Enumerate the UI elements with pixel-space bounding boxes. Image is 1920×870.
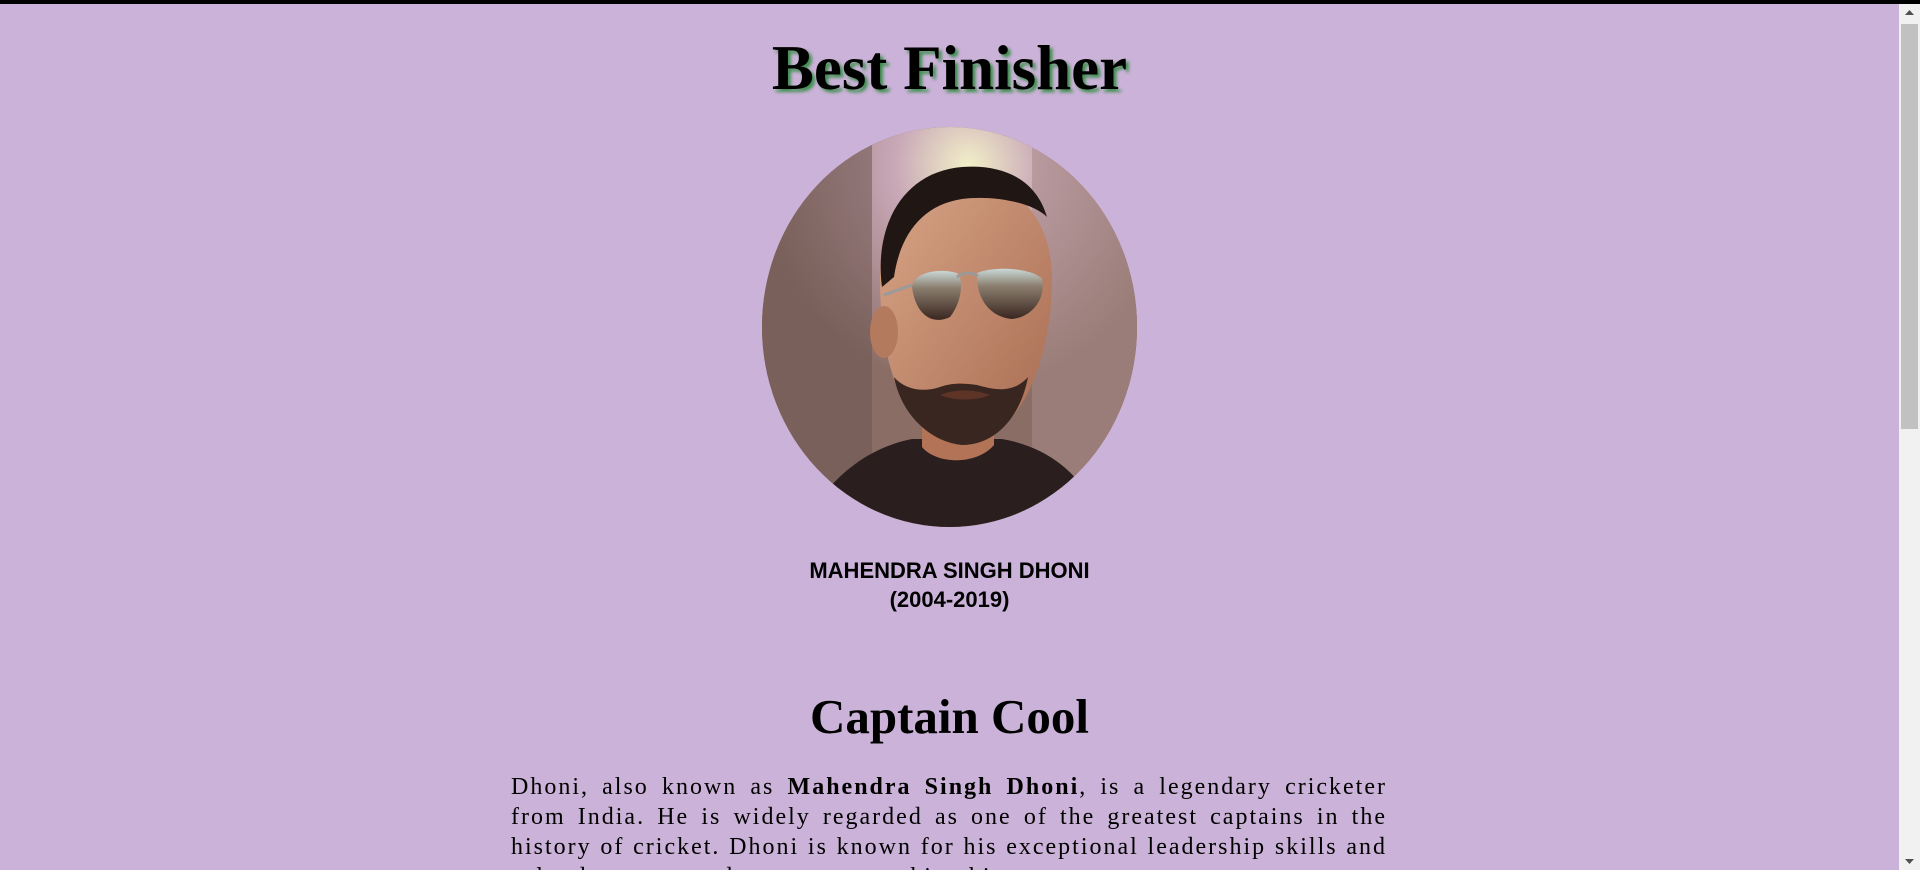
- player-caption: MAHENDRA SINGH DHONI (2004-2019): [0, 556, 1899, 614]
- page-content: Best Finisher MAHENDRA SINGH DHONI (2004…: [0, 4, 1899, 870]
- career-years: (2004-2019): [889, 587, 1010, 612]
- bio-name-bold: Mahendra Singh Dhoni: [787, 774, 1080, 800]
- bio-paragraph: Dhoni, also known as Mahendra Singh Dhon…: [511, 772, 1387, 870]
- scrollbar-thumb[interactable]: [1901, 24, 1918, 429]
- vertical-scrollbar[interactable]: [1899, 4, 1920, 870]
- section-heading: Captain Cool: [809, 689, 1090, 744]
- player-name: MAHENDRA SINGH DHONI: [809, 558, 1090, 583]
- portrait-image: [762, 127, 1137, 527]
- profile-photo: [762, 127, 1137, 527]
- bio-text-start: Dhoni, also known as: [511, 774, 788, 800]
- scroll-up-arrow-icon[interactable]: [1899, 4, 1920, 21]
- page-title: Best Finisher: [771, 33, 1128, 103]
- scroll-down-arrow-icon[interactable]: [1899, 853, 1920, 870]
